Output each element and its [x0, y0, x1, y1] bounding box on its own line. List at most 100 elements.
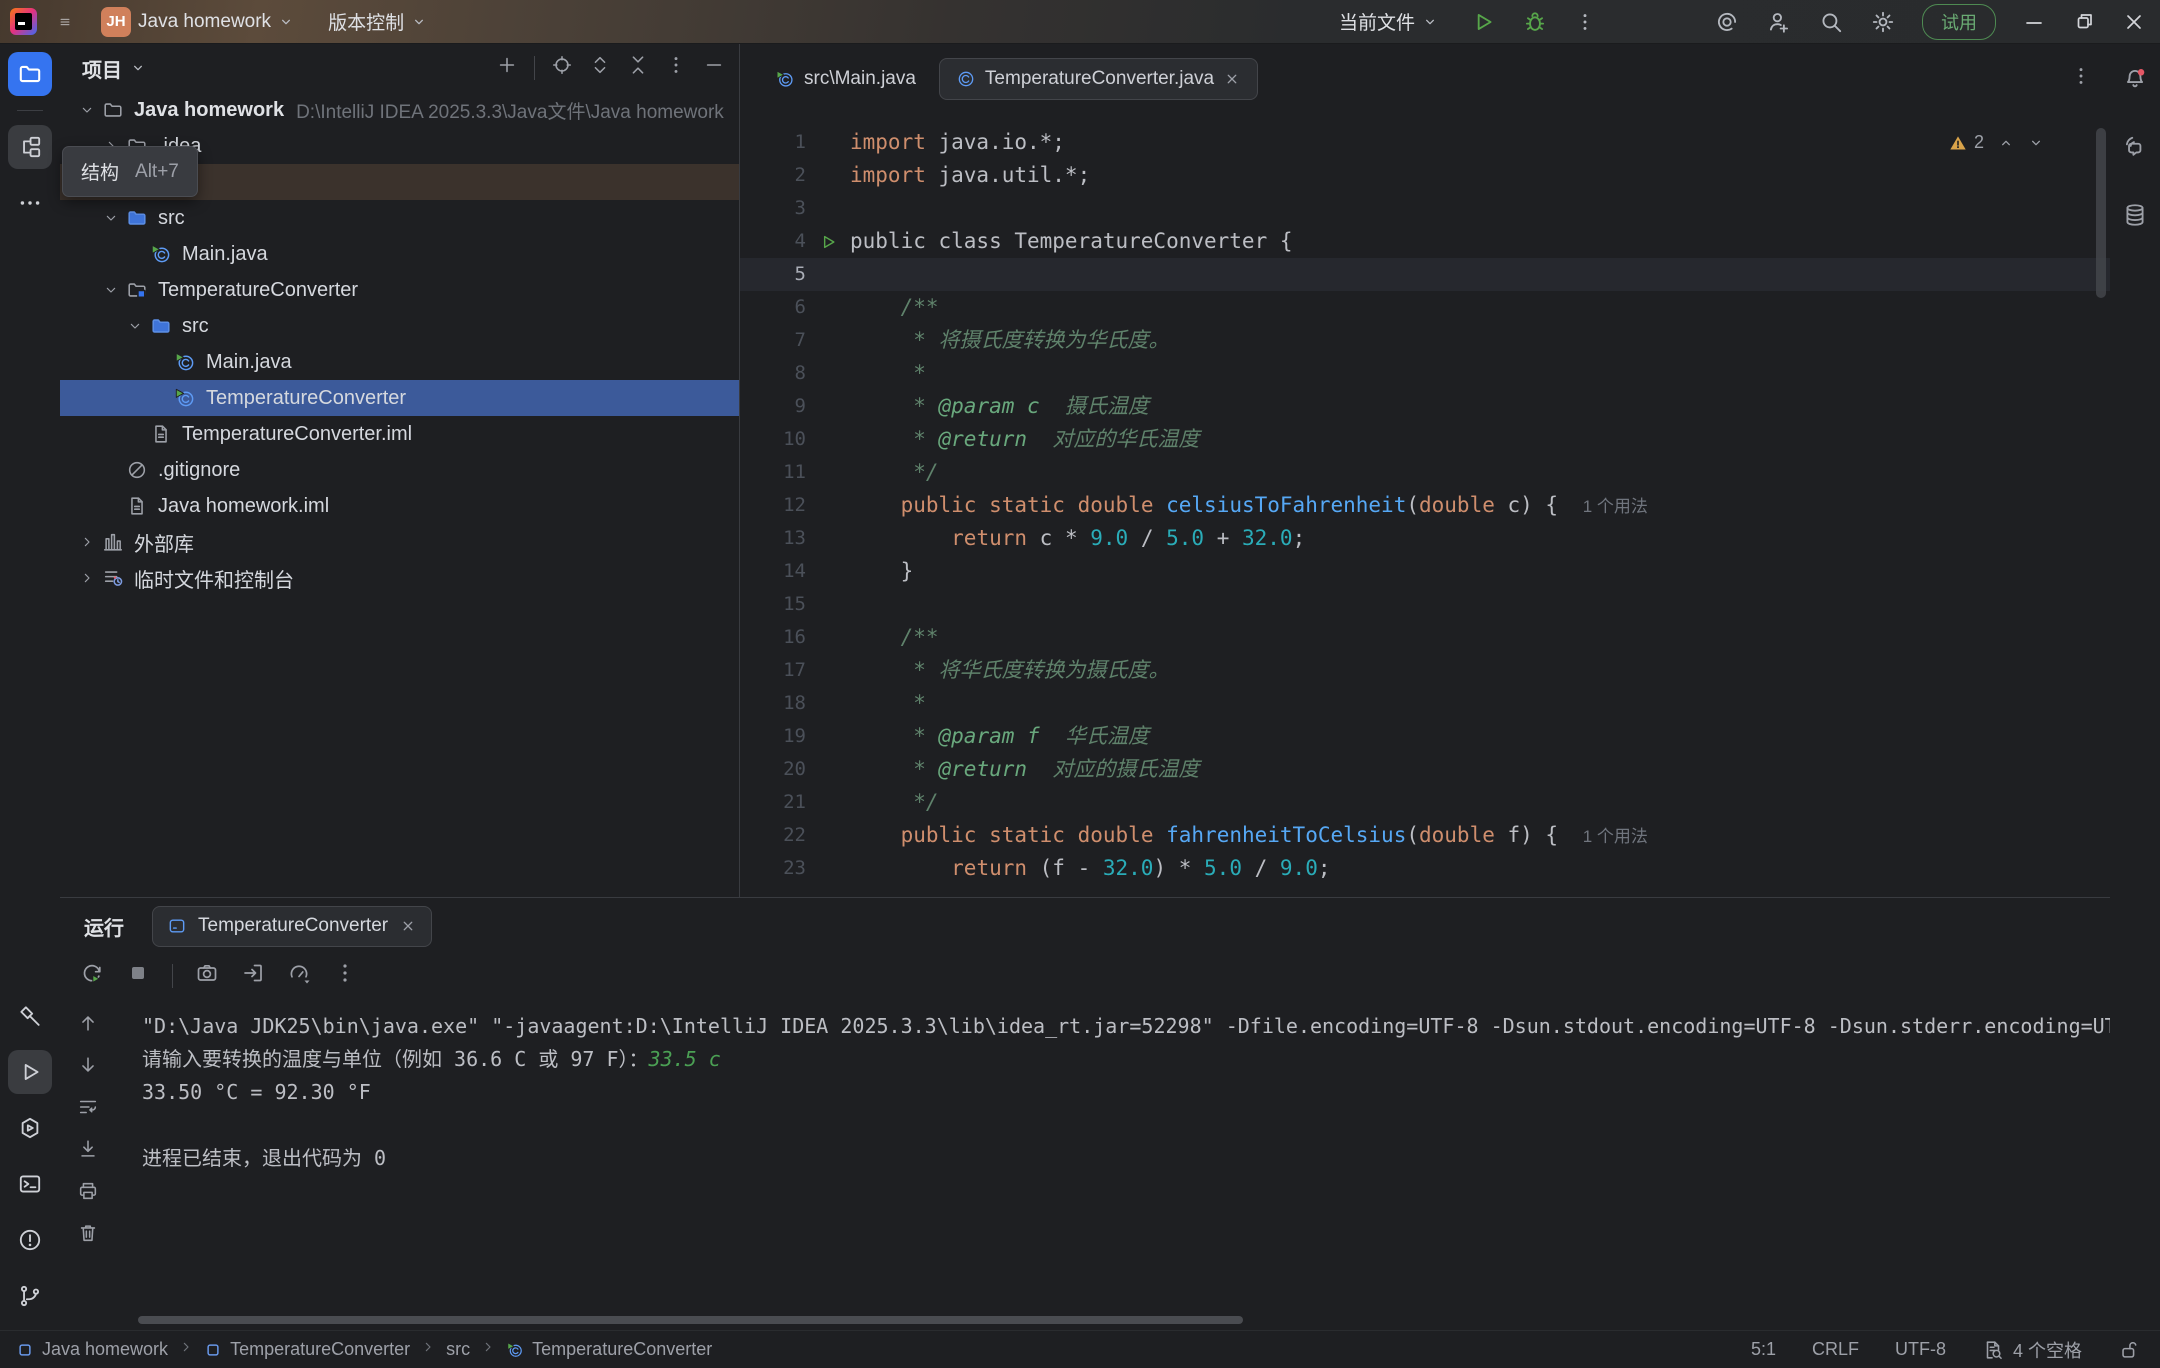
- console-output[interactable]: "D:\Java JDK25\bin\java.exe" "-javaagent…: [116, 998, 2110, 1330]
- ai-assistant-icon[interactable]: [1714, 9, 1740, 35]
- pp-options[interactable]: [665, 54, 687, 82]
- editor-scrollbar[interactable]: [2096, 128, 2106, 298]
- pp-hide[interactable]: [703, 54, 725, 82]
- tree-item[interactable]: Main.java: [60, 236, 739, 272]
- code-line[interactable]: 23 return (f - 32.0) * 5.0 / 9.0;: [740, 852, 2110, 885]
- tree-item[interactable]: Main.java: [60, 344, 739, 380]
- run-button[interactable]: [1470, 9, 1496, 35]
- indent-widget[interactable]: 4 个空格: [1982, 1337, 2082, 1363]
- profiler-button[interactable]: [287, 961, 311, 991]
- tree-item[interactable]: src: [60, 200, 739, 236]
- code-line[interactable]: 22 public static double fahrenheitToCels…: [740, 819, 2110, 852]
- pp-collapse-all[interactable]: [627, 54, 649, 82]
- breadcrumb-item[interactable]: Java homework: [16, 1339, 168, 1360]
- pp-add[interactable]: [496, 54, 518, 82]
- ai-assistant[interactable]: [2122, 134, 2148, 166]
- code-line[interactable]: 12 public static double celsiusToFahrenh…: [740, 489, 2110, 522]
- code-line[interactable]: 14 }: [740, 555, 2110, 588]
- tree-item[interactable]: Java homework.iml: [60, 488, 739, 524]
- soft-wrap-button[interactable]: [77, 1096, 99, 1124]
- stop-button[interactable]: [126, 961, 150, 991]
- tool-project[interactable]: [8, 52, 52, 96]
- tool-terminal[interactable]: [8, 1162, 52, 1206]
- kebab-icon[interactable]: [2070, 65, 2092, 87]
- print-button[interactable]: [77, 1180, 99, 1208]
- breadcrumb-item[interactable]: src: [446, 1339, 470, 1360]
- rerun-button[interactable]: [80, 961, 104, 991]
- tool-build[interactable]: [8, 994, 52, 1038]
- code-line[interactable]: 15: [740, 588, 2110, 621]
- caret-position[interactable]: 5:1: [1751, 1339, 1776, 1360]
- code-line[interactable]: 9 * @param c 摄氏温度: [740, 390, 2110, 423]
- tree-item[interactable]: .gitignore: [60, 452, 739, 488]
- code-line[interactable]: 18 *: [740, 687, 2110, 720]
- run-line-icon[interactable]: [818, 232, 838, 252]
- tool-services[interactable]: [8, 1106, 52, 1150]
- inspection-widget[interactable]: 2: [1948, 132, 2044, 153]
- maximize-button[interactable]: [2072, 10, 2096, 34]
- code-line[interactable]: 11 */: [740, 456, 2110, 489]
- close-icon[interactable]: [399, 917, 417, 935]
- notifications[interactable]: [2122, 66, 2148, 98]
- code-line[interactable]: 20 * @return 对应的摄氏温度: [740, 753, 2110, 786]
- tool-more[interactable]: [8, 181, 52, 225]
- code-line[interactable]: 2import java.util.*;: [740, 159, 2110, 192]
- code-line[interactable]: 7 * 将摄氏度转换为华氏度。: [740, 324, 2110, 357]
- run-config-selector[interactable]: 当前文件: [1333, 2, 1444, 41]
- code-line[interactable]: 21 */: [740, 786, 2110, 819]
- chevron-down-icon[interactable]: [74, 102, 100, 118]
- chevron-down-icon[interactable]: [130, 60, 146, 76]
- tool-structure[interactable]: [8, 125, 52, 169]
- snapshot-button[interactable]: [195, 961, 219, 991]
- code-line[interactable]: 8 *: [740, 357, 2110, 390]
- debug-button[interactable]: [1522, 9, 1548, 35]
- tree-item[interactable]: src: [60, 308, 739, 344]
- jump-up-button[interactable]: [77, 1012, 99, 1040]
- code-line[interactable]: 16 /**: [740, 621, 2110, 654]
- tree-item[interactable]: 临时文件和控制台: [60, 560, 739, 596]
- lock-open-icon[interactable]: [2118, 1339, 2140, 1361]
- project-widget[interactable]: JH Java homework: [95, 1, 300, 43]
- chevron-down-icon[interactable]: [98, 210, 124, 226]
- close-icon[interactable]: [1223, 70, 1241, 88]
- code-line[interactable]: 6 /**: [740, 291, 2110, 324]
- search-everywhere-icon[interactable]: [1818, 9, 1844, 35]
- tool-run[interactable]: [8, 1050, 52, 1094]
- code-line[interactable]: 5: [740, 258, 2110, 291]
- code-line[interactable]: 19 * @param f 华氏温度: [740, 720, 2110, 753]
- tab-list-icon[interactable]: [2070, 65, 2092, 93]
- jump-down-button[interactable]: [77, 1054, 99, 1082]
- console-hscrollbar[interactable]: [138, 1316, 1243, 1324]
- project-panel-title[interactable]: 项目: [82, 54, 122, 83]
- line-ending[interactable]: CRLF: [1812, 1339, 1859, 1360]
- pp-expand-all[interactable]: [589, 54, 611, 82]
- code-line[interactable]: 1import java.io.*;: [740, 126, 2110, 159]
- breadcrumb-item[interactable]: TemperatureConverter: [204, 1339, 410, 1360]
- code-with-me-icon[interactable]: [1766, 9, 1792, 35]
- editor-tab[interactable]: src\Main.java: [758, 58, 933, 100]
- scroll-to-end-button[interactable]: [77, 1138, 99, 1166]
- prev-warning-icon[interactable]: [1998, 135, 2014, 151]
- file-encoding[interactable]: UTF-8: [1895, 1339, 1946, 1360]
- chevron-down-icon[interactable]: [122, 318, 148, 334]
- breadcrumb-item[interactable]: TemperatureConverter: [506, 1339, 712, 1360]
- tree-item[interactable]: TemperatureConverter: [60, 380, 739, 416]
- code-editor[interactable]: 1import java.io.*;2import java.util.*;34…: [740, 110, 2110, 897]
- minimize-button[interactable]: [2022, 10, 2046, 34]
- pp-locate[interactable]: [551, 54, 573, 82]
- tree-item[interactable]: Java homeworkD:\IntelliJ IDEA 2025.3.3\J…: [60, 92, 739, 128]
- run-tab[interactable]: TemperatureConverter: [152, 906, 432, 947]
- chevron-right-icon[interactable]: [74, 570, 100, 586]
- vcs-widget[interactable]: 版本控制: [322, 2, 433, 41]
- tree-item[interactable]: TemperatureConverter: [60, 272, 739, 308]
- code-line[interactable]: 3: [740, 192, 2110, 225]
- code-line[interactable]: 10 * @return 对应的华氏温度: [740, 423, 2110, 456]
- tree-item[interactable]: TemperatureConverter.iml: [60, 416, 739, 452]
- more-actions-icon[interactable]: [1574, 11, 1596, 33]
- code-line[interactable]: 4public class TemperatureConverter {: [740, 225, 2110, 258]
- console-options-button[interactable]: [333, 961, 357, 991]
- close-button[interactable]: [2122, 10, 2146, 34]
- chevron-right-icon[interactable]: [74, 534, 100, 550]
- tool-git[interactable]: [8, 1274, 52, 1318]
- clear-all-button[interactable]: [77, 1222, 99, 1250]
